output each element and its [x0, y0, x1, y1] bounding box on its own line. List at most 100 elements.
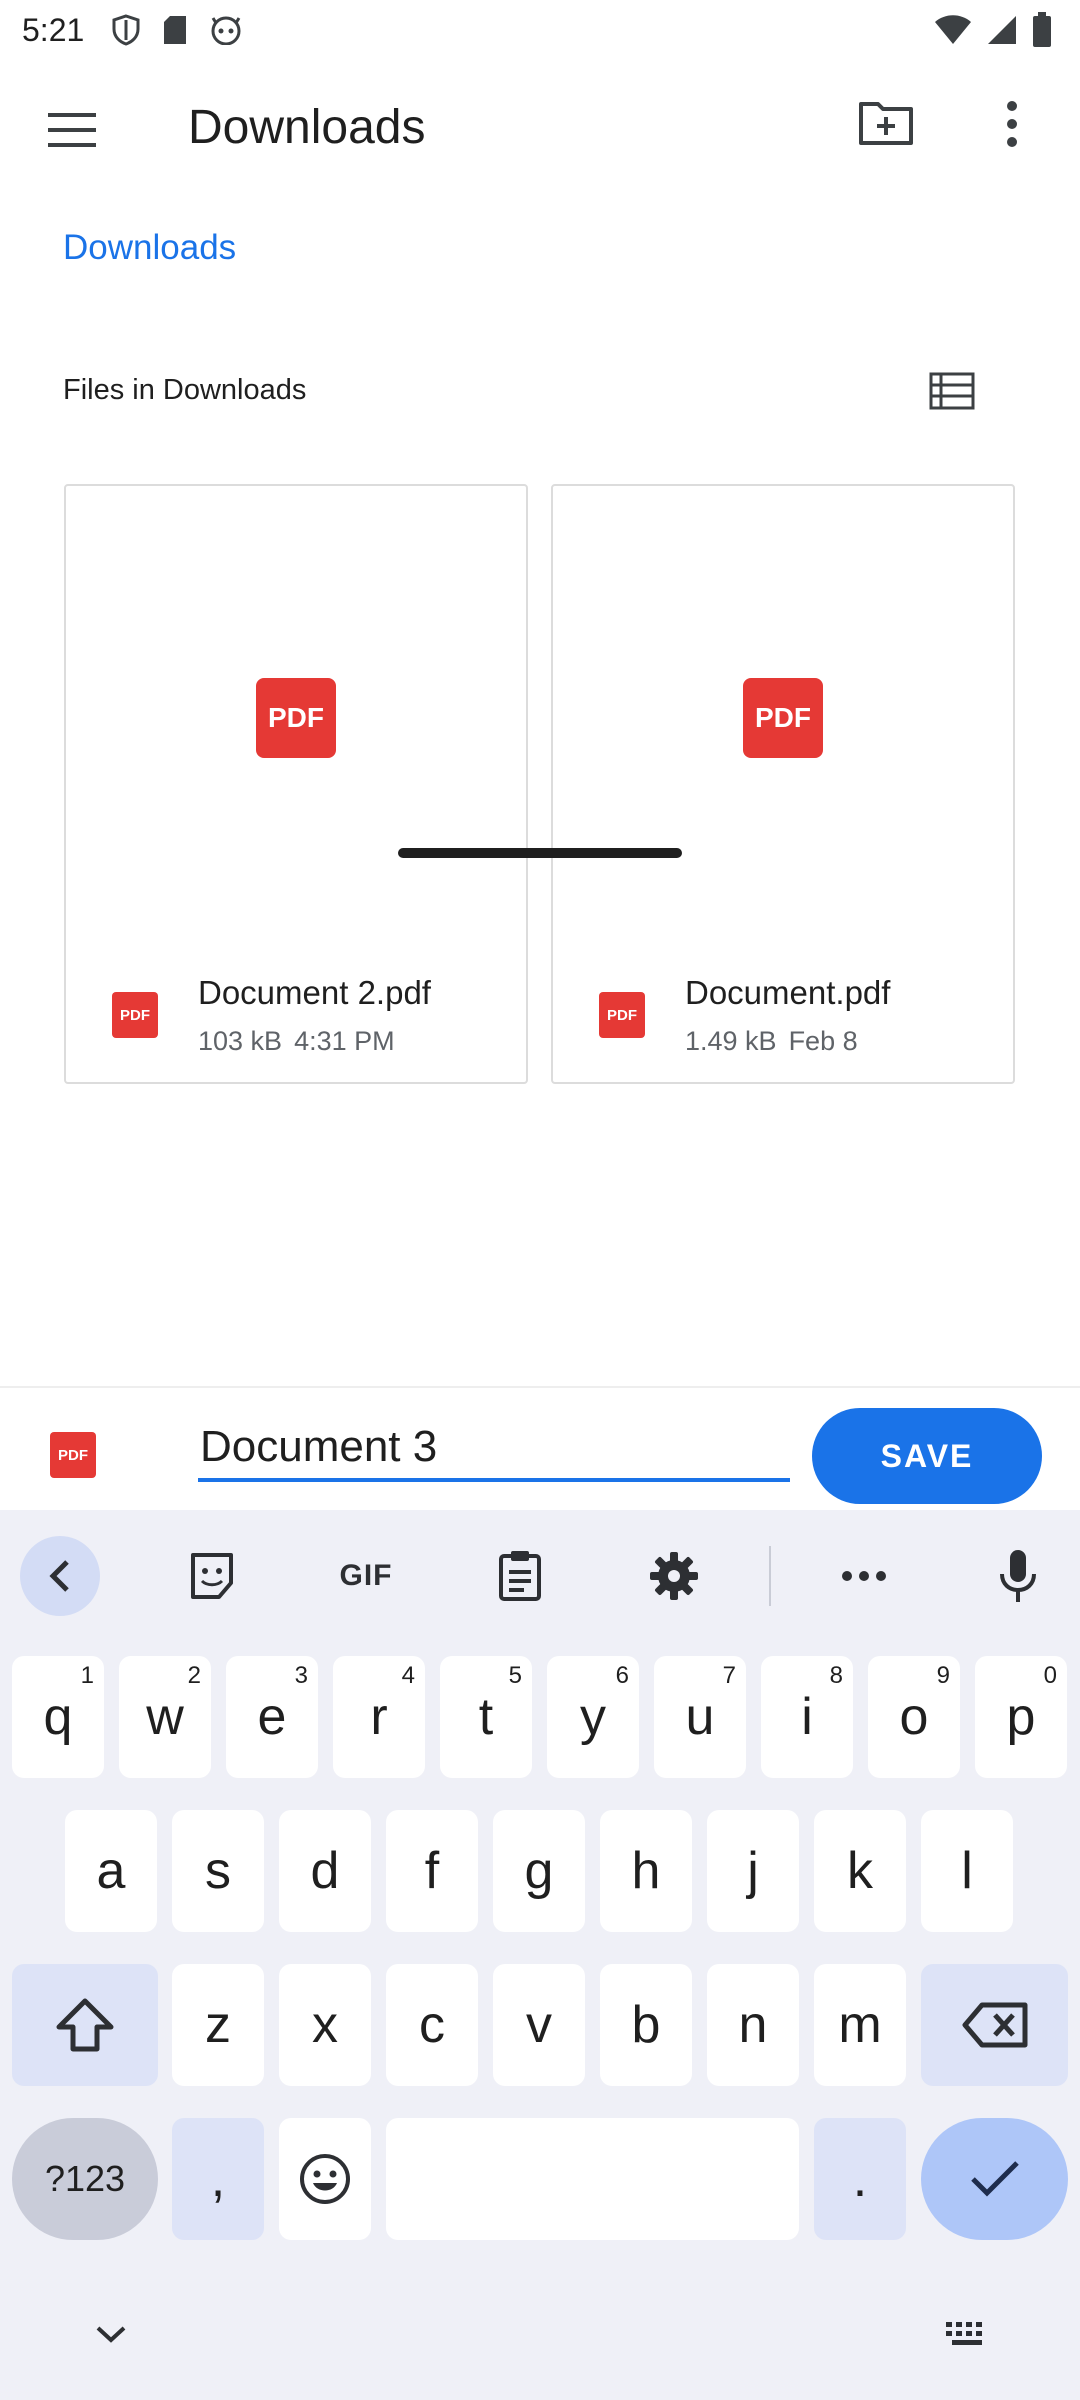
status-bar: 5:21: [0, 0, 1080, 64]
clipboard-icon: [499, 1551, 541, 1601]
key-hint: 3: [294, 1662, 308, 1689]
more-horiz-icon: [842, 1571, 886, 1581]
keyboard-settings-button[interactable]: [634, 1536, 714, 1616]
list-view-button[interactable]: [924, 366, 980, 416]
shield-icon: [112, 14, 140, 46]
shift-key[interactable]: [12, 1964, 158, 2086]
key-label: b: [631, 1996, 661, 2054]
navigation-handle[interactable]: [398, 848, 682, 858]
key-o[interactable]: o9: [868, 1656, 960, 1778]
backspace-icon: [962, 2002, 1027, 2048]
period-key[interactable]: .: [814, 2118, 906, 2240]
key-f[interactable]: f: [386, 1810, 478, 1932]
wifi-icon: [935, 15, 971, 44]
key-w[interactable]: w2: [119, 1656, 211, 1778]
key-y[interactable]: y6: [547, 1656, 639, 1778]
key-d[interactable]: d: [279, 1810, 371, 1932]
key-label: d: [310, 1842, 340, 1900]
new-folder-button[interactable]: [858, 100, 922, 156]
emoji-key[interactable]: [279, 2118, 371, 2240]
sticker-button[interactable]: [172, 1536, 252, 1616]
key-q[interactable]: q1: [12, 1656, 104, 1778]
space-key[interactable]: [386, 2118, 799, 2240]
key-m[interactable]: m: [814, 1964, 906, 2086]
voice-input-button[interactable]: [978, 1536, 1058, 1616]
key-v[interactable]: v: [493, 1964, 585, 2086]
key-a[interactable]: a: [65, 1810, 157, 1932]
mic-icon: [1000, 1550, 1036, 1602]
key-label: a: [96, 1842, 126, 1900]
key-label: f: [424, 1842, 440, 1900]
file-size: 1.49 kB: [685, 1026, 777, 1056]
key-j[interactable]: j: [707, 1810, 799, 1932]
keyboard: GIF ?123 , . q1w2e3r4t5y6u 7 i 8 o 9 p 0…: [0, 1510, 1080, 2400]
emoji-icon: [300, 2154, 350, 2204]
key-label: z: [205, 1996, 231, 2054]
key-g[interactable]: g: [493, 1810, 585, 1932]
enter-key[interactable]: [921, 2118, 1068, 2240]
key-label: h: [631, 1842, 661, 1900]
android-face-icon: [211, 16, 241, 45]
key-label: g: [524, 1842, 554, 1900]
key-c[interactable]: c: [386, 1964, 478, 2086]
menu-icon: [48, 113, 96, 147]
backspace-key[interactable]: [921, 1964, 1068, 2086]
status-icons-right: [934, 12, 1052, 48]
file-name: Document.pdf: [685, 974, 891, 1011]
file-date: 4:31 PM: [294, 1026, 395, 1056]
gif-label: GIF: [339, 1559, 393, 1592]
file-meta: 1.49 kB Feb 8: [685, 1026, 858, 1057]
pdf-file-icon: PDF: [50, 1432, 96, 1478]
keyboard-toolbar: GIF: [0, 1510, 1080, 1640]
pdf-thumbnail-icon: PDF: [743, 678, 823, 758]
symbols-key[interactable]: ?123: [12, 2118, 158, 2240]
key-s[interactable]: s: [172, 1810, 264, 1932]
key-p[interactable]: p0: [975, 1656, 1067, 1778]
hide-keyboard-chevron-icon[interactable]: [94, 2324, 128, 2344]
key-n[interactable]: n: [707, 1964, 799, 2086]
filename-input[interactable]: [198, 1416, 790, 1482]
file-name: Document 2.pdf: [198, 974, 431, 1011]
pdf-thumbnail-icon: PDF: [256, 678, 336, 758]
keyboard-back-button[interactable]: [20, 1536, 100, 1616]
more-options-button[interactable]: [990, 100, 1034, 160]
status-time: 5:21: [22, 12, 85, 48]
app-bar: Downloads: [0, 64, 1080, 188]
battery-icon: [1033, 12, 1051, 47]
checkmark-icon: [970, 2161, 1019, 2197]
key-b[interactable]: b: [600, 1964, 692, 2086]
menu-button[interactable]: [40, 100, 110, 160]
settings-icon: [650, 1552, 698, 1600]
key-h[interactable]: h: [600, 1810, 692, 1932]
key-label: c: [419, 1996, 445, 2054]
key-hint: 2: [187, 1662, 201, 1689]
key-l[interactable]: l: [921, 1810, 1013, 1932]
save-button[interactable]: SAVE: [812, 1408, 1042, 1504]
file-card[interactable]: PDF PDF Document.pdf 1.49 kB Feb 8: [551, 484, 1015, 1084]
comma-key[interactable]: ,: [172, 2118, 264, 2240]
key-t[interactable]: t5: [440, 1656, 532, 1778]
key-r[interactable]: r4: [333, 1656, 425, 1778]
key-hint: 0: [1043, 1662, 1057, 1689]
key-label: p: [1006, 1688, 1036, 1746]
key-z[interactable]: z: [172, 1964, 264, 2086]
clipboard-button[interactable]: [480, 1536, 560, 1616]
key-k[interactable]: k: [814, 1810, 906, 1932]
key-label: x: [312, 1996, 338, 2054]
more-tools-button[interactable]: [824, 1536, 904, 1616]
toolbar-divider: [769, 1546, 771, 1606]
file-date: Feb 8: [788, 1026, 858, 1056]
sticker-icon: [191, 1553, 233, 1599]
key-hint: 1: [80, 1662, 94, 1689]
key-hint: 5: [508, 1662, 522, 1689]
breadcrumb[interactable]: Downloads: [63, 228, 236, 268]
key-e[interactable]: e3: [226, 1656, 318, 1778]
file-card[interactable]: PDF PDF Document 2.pdf 103 kB 4:31 PM: [64, 484, 528, 1084]
key-x[interactable]: x: [279, 1964, 371, 2086]
key-hint: 6: [615, 1662, 629, 1689]
keyboard-switch-icon[interactable]: [944, 2320, 990, 2348]
key-label: v: [526, 1996, 552, 2054]
gif-button[interactable]: GIF: [326, 1536, 406, 1616]
key-i[interactable]: i8: [761, 1656, 853, 1778]
key-u[interactable]: u7: [654, 1656, 746, 1778]
